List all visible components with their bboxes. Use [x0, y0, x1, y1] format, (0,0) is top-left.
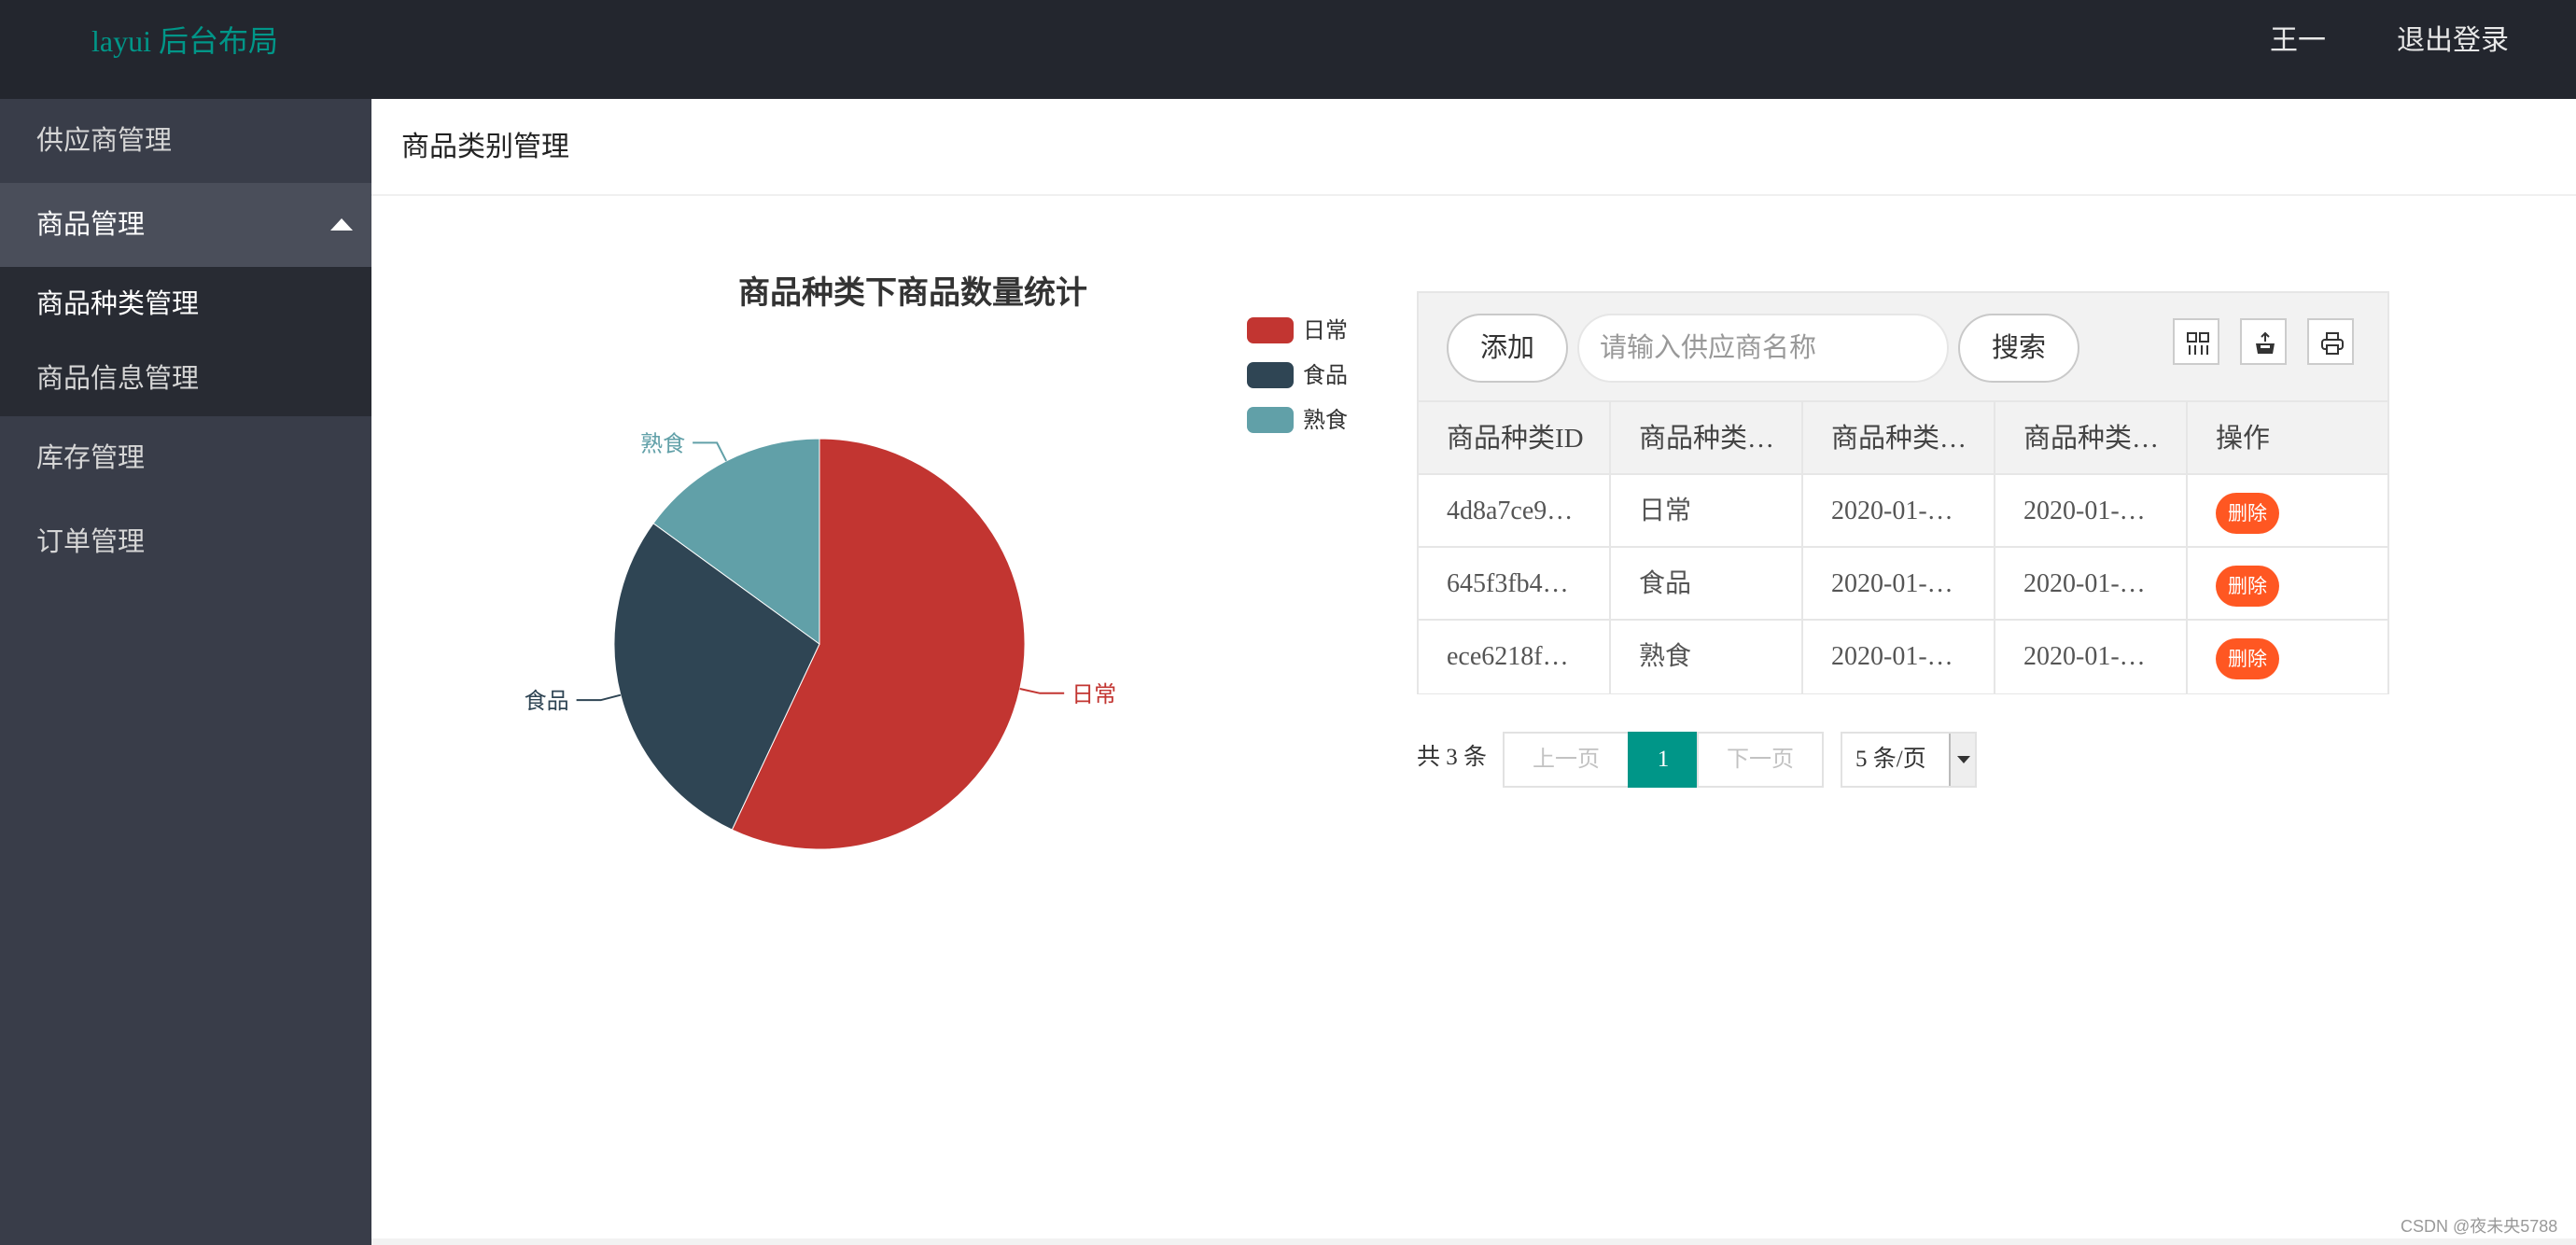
sidebar-item-goods[interactable]: 商品管理: [0, 183, 371, 267]
pager-current-page[interactable]: 1: [1628, 732, 1699, 788]
table-row: ece6218f… 熟食 2020-01-… 2020-01-… 删除: [1419, 621, 2387, 693]
delete-button[interactable]: 删除: [2216, 565, 2279, 607]
cell-updated: 2020-01-…: [1995, 621, 2188, 693]
category-table-panel: 添加 请输入供应商名称 搜索 商品种类ID 商品种类… 商品种类… 商品种类… …: [1417, 291, 2389, 694]
cell-id: ece6218f…: [1419, 621, 1611, 693]
caret-up-icon: [330, 218, 353, 231]
legend-swatch-1[interactable]: [1247, 362, 1294, 388]
sidebar-submenu: 商品种类管理 商品信息管理: [0, 267, 371, 416]
cell-name: 日常: [1611, 475, 1803, 548]
column-header[interactable]: 商品种类…: [1995, 402, 2188, 475]
pie-chart: 商品种类下商品数量统计 日常食品熟食 日常食品熟食: [525, 274, 1348, 850]
pie-label-1: 食品: [525, 688, 569, 714]
pie-label-line-0: [1019, 688, 1065, 694]
cell-updated: 2020-01-…: [1995, 475, 2188, 548]
pie-label-line-2: [693, 441, 728, 462]
search-button[interactable]: 搜索: [1958, 314, 2079, 383]
legend-swatch-2[interactable]: [1247, 407, 1294, 433]
top-header: layui 后台布局 王一 退出登录: [0, 0, 2576, 99]
legend-swatch-0[interactable]: [1247, 317, 1294, 343]
cell-updated: 2020-01-…: [1995, 548, 2188, 621]
sidebar-item-stock[interactable]: 库存管理: [0, 416, 371, 500]
sidebar-item-label: 商品种类管理: [36, 289, 200, 319]
column-header: 操作: [2216, 424, 2271, 454]
table-row: 4d8a7ce9… 日常 2020-01-… 2020-01-… 删除: [1419, 475, 2387, 548]
delete-button[interactable]: 删除: [2216, 492, 2279, 534]
chevron-down-icon[interactable]: [1949, 734, 1975, 786]
legend-label-0[interactable]: 日常: [1303, 317, 1348, 343]
cell-created: 2020-01-…: [1803, 621, 1995, 693]
sidebar-item-label: 订单管理: [36, 527, 146, 557]
sidebar-item-label: 库存管理: [36, 443, 146, 473]
page-title: 商品类别管理: [401, 132, 569, 162]
sidebar-item-label: 供应商管理: [36, 126, 173, 156]
table-row: 645f3fb4… 食品 2020-01-… 2020-01-… 删除: [1419, 548, 2387, 621]
sidebar-item-supplier[interactable]: 供应商管理: [0, 99, 371, 183]
print-icon[interactable]: [2307, 318, 2354, 365]
cell-name: 食品: [1611, 548, 1803, 621]
legend-label-1[interactable]: 食品: [1303, 362, 1348, 388]
columns-icon[interactable]: [2173, 318, 2219, 365]
sidebar-item-label: 商品信息管理: [36, 364, 200, 394]
divider: [371, 1238, 2576, 1245]
cell-name: 熟食: [1611, 621, 1803, 693]
chart-title: 商品种类下商品数量统计: [738, 274, 1087, 312]
column-header[interactable]: 商品种类…: [1611, 402, 1803, 475]
table-toolbar: 添加 请输入供应商名称 搜索: [1419, 293, 2387, 402]
user-name[interactable]: 王一: [2270, 22, 2326, 60]
column-header[interactable]: 商品种类…: [1803, 402, 1995, 475]
watermark: CSDN @夜未央5788: [2401, 1217, 2558, 1236]
search-input[interactable]: 请输入供应商名称: [1577, 314, 1949, 383]
cell-action: 删除: [2188, 621, 2387, 693]
pager-total: 共 3 条: [1417, 745, 1488, 770]
pie-label-line-1: [576, 693, 622, 702]
pager-next-button[interactable]: 下一页: [1697, 732, 1824, 788]
cell-id: 645f3fb4…: [1419, 548, 1611, 621]
app-logo[interactable]: layui 后台布局: [91, 22, 278, 60]
pie-label-2: 熟食: [640, 430, 685, 456]
cell-action: 删除: [2188, 475, 2387, 548]
sidebar: 供应商管理 商品管理 商品种类管理 商品信息管理 库存管理 订单管理: [0, 99, 371, 1245]
pie-label-0: 日常: [1071, 681, 1116, 707]
cell-action: 删除: [2188, 548, 2387, 621]
delete-button[interactable]: 删除: [2216, 637, 2279, 679]
cell-created: 2020-01-…: [1803, 548, 1995, 621]
add-button[interactable]: 添加: [1447, 314, 1568, 383]
sidebar-item-category[interactable]: 商品种类管理: [0, 267, 371, 342]
export-icon[interactable]: [2240, 318, 2287, 365]
divider: [371, 194, 2576, 196]
column-header[interactable]: 商品种类ID: [1419, 402, 1611, 475]
legend-label-2[interactable]: 熟食: [1303, 407, 1348, 433]
sidebar-item-orders[interactable]: 订单管理: [0, 500, 371, 584]
cell-created: 2020-01-…: [1803, 475, 1995, 548]
sidebar-item-goods-info[interactable]: 商品信息管理: [0, 342, 371, 416]
cell-id: 4d8a7ce9…: [1419, 475, 1611, 548]
pager-prev-button[interactable]: 上一页: [1503, 732, 1630, 788]
logout-link[interactable]: 退出登录: [2397, 22, 2509, 60]
table-header-row: 商品种类ID 商品种类… 商品种类… 商品种类… 操作: [1419, 402, 2387, 475]
sidebar-item-label: 商品管理: [36, 210, 146, 240]
